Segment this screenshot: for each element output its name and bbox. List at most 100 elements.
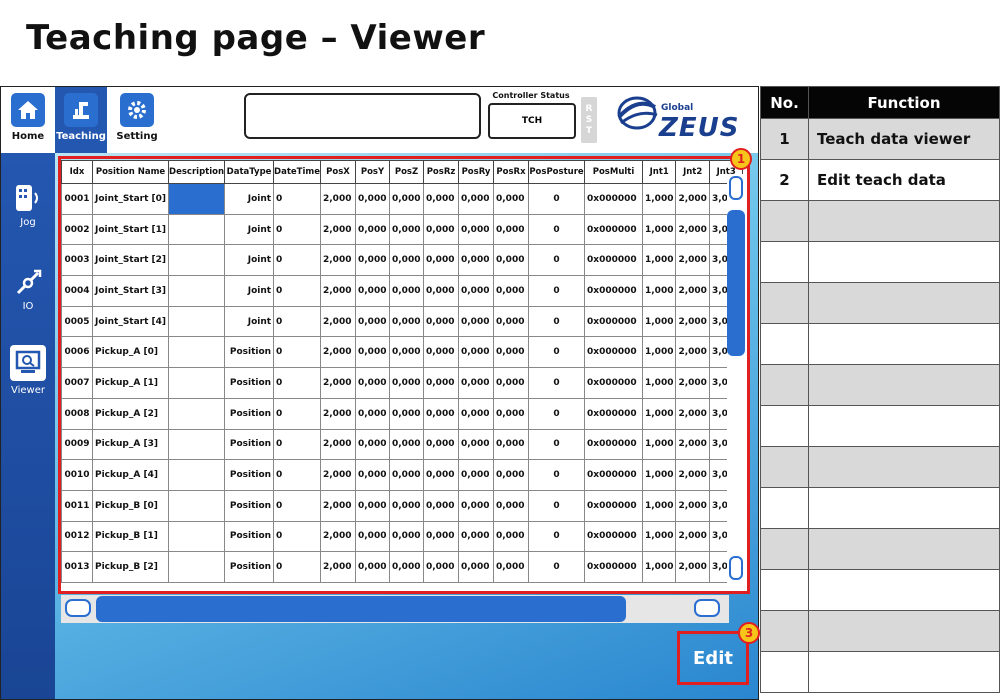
column-header[interactable]: PosPosture [528, 160, 585, 184]
table-cell[interactable]: 0x000000 [584, 305, 643, 338]
table-cell[interactable]: 0 [273, 367, 321, 399]
table-cell[interactable]: Position [224, 459, 275, 491]
table-cell[interactable]: Position [224, 489, 275, 522]
table-cell[interactable]: 0 [528, 305, 585, 338]
table-cell[interactable]: 0,000 [493, 336, 529, 369]
table-cell[interactable] [168, 397, 226, 430]
table-cell[interactable]: 0,000 [458, 305, 494, 338]
table-cell[interactable]: 0,000 [355, 336, 390, 369]
table-cell[interactable]: Joint [224, 244, 275, 277]
table-cell[interactable]: Joint_Start [4] [91, 305, 170, 338]
table-cell[interactable]: 0,000 [493, 397, 529, 430]
table-cell[interactable]: 0 [273, 183, 321, 215]
table-cell[interactable]: 0,000 [493, 489, 529, 522]
table-cell[interactable]: Position [224, 520, 275, 553]
table-cell[interactable]: Position [224, 428, 275, 461]
table-cell[interactable] [168, 489, 226, 522]
table-cell[interactable]: 0 [528, 183, 585, 215]
table-cell[interactable]: 0,000 [458, 428, 494, 461]
table-cell[interactable]: 0,000 [389, 183, 424, 215]
table-cell[interactable]: Pickup_B [1] [91, 520, 170, 553]
table-cell[interactable]: 1,000 [641, 397, 677, 430]
column-header[interactable]: Description [168, 160, 226, 184]
table-cell[interactable]: Position [224, 397, 275, 430]
table-cell[interactable]: Joint_Start [0] [91, 183, 170, 215]
table-cell[interactable]: 0,000 [458, 520, 494, 553]
table-row[interactable]: 0011 Pickup_B [0] Position 0 2,000 0,000 0,000… [61, 489, 744, 522]
table-cell[interactable]: Pickup_A [0] [91, 336, 170, 369]
table-cell[interactable]: 0,000 [355, 275, 390, 307]
table-cell[interactable]: 1,000 [641, 305, 677, 338]
table-cell[interactable]: 0,000 [389, 428, 424, 461]
table-cell[interactable]: Pickup_A [4] [91, 459, 170, 491]
table-cell[interactable]: Pickup_B [2] [91, 551, 170, 583]
table-cell[interactable]: 0,000 [355, 183, 390, 215]
table-cell[interactable]: 0,000 [389, 244, 424, 277]
table-cell[interactable]: Pickup_A [3] [91, 428, 170, 461]
table-cell[interactable]: 0,000 [493, 305, 529, 338]
table-cell[interactable]: Joint [224, 275, 275, 307]
table-cell[interactable]: 2,000 [320, 489, 356, 522]
table-cell[interactable]: 0x000000 [584, 183, 643, 215]
table-cell[interactable]: 2,000 [320, 213, 356, 246]
table-cell[interactable]: 1,000 [641, 336, 677, 369]
table-cell[interactable]: 0 [528, 213, 585, 246]
column-header[interactable]: PosMulti [584, 160, 643, 184]
table-cell[interactable]: 0,000 [458, 183, 494, 215]
table-cell[interactable]: 0,000 [458, 551, 494, 583]
table-cell[interactable] [168, 305, 226, 338]
table-cell[interactable]: 0 [528, 397, 585, 430]
table-cell[interactable]: 0,000 [458, 367, 494, 399]
table-cell[interactable]: 0001 [61, 183, 93, 215]
table-cell[interactable]: 2,000 [675, 367, 710, 399]
column-header[interactable]: PosY [355, 160, 390, 184]
table-cell[interactable]: 0,000 [389, 551, 424, 583]
table-cell[interactable]: 2,000 [320, 397, 356, 430]
table-cell[interactable]: 0,000 [355, 397, 390, 430]
table-cell[interactable]: 0,000 [423, 183, 459, 215]
table-cell[interactable]: 0 [528, 489, 585, 522]
table-cell[interactable]: 0 [528, 336, 585, 369]
table-cell[interactable]: 0 [273, 213, 321, 246]
table-cell[interactable]: Joint_Start [1] [91, 213, 170, 246]
table-cell[interactable] [168, 459, 226, 491]
table-cell[interactable]: 0,000 [423, 244, 459, 277]
table-row[interactable]: 0005 Joint_Start [4] Joint 0 2,000 0,000 0,000… [61, 305, 744, 338]
table-cell[interactable]: 2,000 [320, 275, 356, 307]
table-row[interactable]: 0010 Pickup_A [4] Position 0 2,000 0,000 0,000… [61, 459, 744, 491]
table-cell[interactable]: 0,000 [355, 367, 390, 399]
table-cell[interactable]: 0,000 [458, 244, 494, 277]
table-cell[interactable]: 2,000 [675, 183, 710, 215]
table-row[interactable]: 0006 Pickup_A [0] Position 0 2,000 0,000 0,000… [61, 336, 744, 369]
table-cell[interactable]: 0,000 [458, 336, 494, 369]
table-cell[interactable]: 0,000 [389, 336, 424, 369]
table-cell[interactable]: 0 [528, 520, 585, 553]
vertical-scroll-thumb[interactable] [727, 210, 745, 356]
table-cell[interactable]: 0011 [61, 489, 93, 522]
table-cell[interactable]: 0,000 [355, 489, 390, 522]
sidebar-item-viewer[interactable]: Viewer [1, 345, 55, 396]
column-header[interactable]: Idx [61, 160, 93, 184]
table-cell[interactable]: 0,000 [389, 520, 424, 553]
table-cell[interactable]: 0 [528, 244, 585, 277]
table-cell[interactable]: 0,000 [423, 520, 459, 553]
table-cell[interactable] [168, 551, 226, 583]
table-cell[interactable]: 0,000 [458, 275, 494, 307]
table-cell[interactable] [168, 428, 226, 461]
scroll-left-button[interactable] [65, 599, 91, 617]
table-cell[interactable]: 2,000 [675, 275, 710, 307]
table-cell[interactable]: 1,000 [641, 489, 677, 522]
table-cell[interactable]: 0,000 [493, 275, 529, 307]
sidebar-item-jog[interactable]: Jog [1, 183, 55, 228]
table-cell[interactable]: 0 [273, 551, 321, 583]
table-cell[interactable]: 0,000 [423, 367, 459, 399]
table-cell[interactable]: Pickup_B [0] [91, 489, 170, 522]
table-cell[interactable]: 0,000 [355, 428, 390, 461]
table-cell[interactable]: 0,000 [355, 459, 390, 491]
table-cell[interactable]: 2,000 [320, 459, 356, 491]
table-cell[interactable]: 0,000 [493, 213, 529, 246]
table-cell[interactable]: 0,000 [458, 459, 494, 491]
table-cell[interactable]: 2,000 [320, 244, 356, 277]
table-row[interactable]: 0012 Pickup_B [1] Position 0 2,000 0,000 0,000… [61, 520, 744, 553]
table-cell[interactable]: 0,000 [423, 275, 459, 307]
